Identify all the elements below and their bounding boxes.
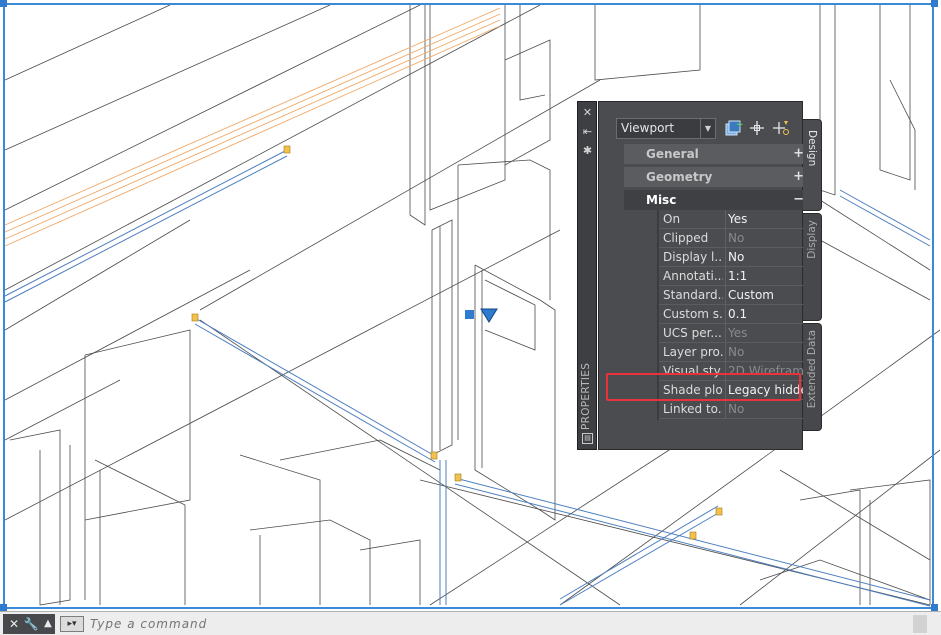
- chevron-down-icon[interactable]: ▼: [700, 119, 715, 138]
- category-misc[interactable]: Misc −: [624, 190, 811, 210]
- property-name: Annotati...: [663, 269, 723, 283]
- property-name: Clipped: [663, 231, 709, 245]
- property-name: UCS per...: [663, 326, 722, 340]
- chevron-up-icon[interactable]: ▲: [40, 617, 56, 631]
- category-label: Misc: [646, 193, 677, 207]
- viewport-corner-grip[interactable]: [0, 604, 7, 611]
- property-value: No: [728, 345, 745, 359]
- viewport-corner-grip[interactable]: [0, 0, 7, 7]
- recent-commands-button[interactable]: ▸▾: [60, 616, 84, 632]
- property-value: No: [728, 402, 745, 416]
- object-type-select[interactable]: Viewport ▼: [616, 118, 716, 139]
- highlight-box: [606, 373, 801, 401]
- category-general[interactable]: General +: [624, 144, 811, 164]
- command-input[interactable]: [90, 615, 910, 632]
- property-name: Custom s...: [663, 307, 723, 321]
- property-value[interactable]: Custom: [728, 288, 808, 302]
- category-label: Geometry: [646, 170, 713, 184]
- object-type-value: Viewport: [621, 121, 675, 135]
- close-icon[interactable]: ✕: [6, 617, 22, 631]
- category-label: General: [646, 147, 699, 161]
- palette-tabs: Design Display Extended Data: [803, 101, 823, 450]
- viewport-corner-grip[interactable]: [931, 604, 938, 611]
- tab-label: Design: [806, 130, 818, 167]
- category-geometry[interactable]: Geometry +: [624, 167, 811, 187]
- tab-label: Display: [806, 220, 818, 259]
- close-icon[interactable]: ✕: [581, 106, 594, 119]
- toggle-pickadd-icon[interactable]: +: [723, 118, 743, 138]
- palette-icon[interactable]: ▤: [582, 433, 593, 444]
- palette-title-strip[interactable]: ✕ ⇤ ✱ PROPERTIES ▤: [577, 101, 597, 450]
- property-value[interactable]: 1:1: [728, 269, 808, 283]
- tab-label: Extended Data: [806, 330, 818, 409]
- tab-extended-data[interactable]: Extended Data: [803, 323, 822, 431]
- auto-hide-icon[interactable]: ⇤: [581, 125, 594, 138]
- property-name: Standard...: [663, 288, 723, 302]
- property-value[interactable]: No: [728, 250, 808, 264]
- property-row-ucs-per-viewport[interactable]: UCS per... Yes: [659, 324, 809, 343]
- property-value[interactable]: Yes: [728, 212, 808, 226]
- settings-icon[interactable]: ✱: [581, 144, 594, 157]
- property-name: Linked to...: [663, 402, 723, 416]
- tab-design[interactable]: Design: [803, 119, 822, 211]
- scrollbar[interactable]: [913, 615, 927, 633]
- property-value[interactable]: 0.1: [728, 307, 808, 321]
- property-name: Display l...: [663, 250, 723, 264]
- property-row-on[interactable]: On Yes: [659, 210, 809, 229]
- property-row-annotation-scale[interactable]: Annotati... 1:1: [659, 267, 809, 286]
- property-value: Yes: [728, 326, 748, 340]
- property-row-linked-to-sheet-view[interactable]: Linked to... No: [659, 400, 809, 419]
- property-row-custom-scale[interactable]: Custom s... 0.1: [659, 305, 809, 324]
- palette-title: PROPERTIES: [580, 362, 592, 430]
- quick-select-icon[interactable]: [771, 118, 791, 138]
- wrench-icon[interactable]: 🔧: [23, 617, 39, 631]
- property-row-standard-scale[interactable]: Standard... Custom: [659, 286, 809, 305]
- property-row-layer-property-overrides[interactable]: Layer pro... No: [659, 343, 809, 362]
- property-value: No: [728, 231, 745, 245]
- command-line: ✕ 🔧 ▲ ▸▾: [0, 611, 941, 635]
- tab-display[interactable]: Display: [803, 213, 822, 321]
- property-name: On: [663, 212, 681, 226]
- viewport-corner-grip[interactable]: [931, 0, 938, 7]
- select-objects-icon[interactable]: [747, 118, 767, 138]
- property-name: Layer pro...: [663, 345, 723, 359]
- command-line-controls: ✕ 🔧 ▲: [3, 614, 55, 634]
- svg-text:+: +: [736, 120, 743, 130]
- property-row-display-locked[interactable]: Display l... No: [659, 248, 809, 267]
- property-row-clipped[interactable]: Clipped No: [659, 229, 809, 248]
